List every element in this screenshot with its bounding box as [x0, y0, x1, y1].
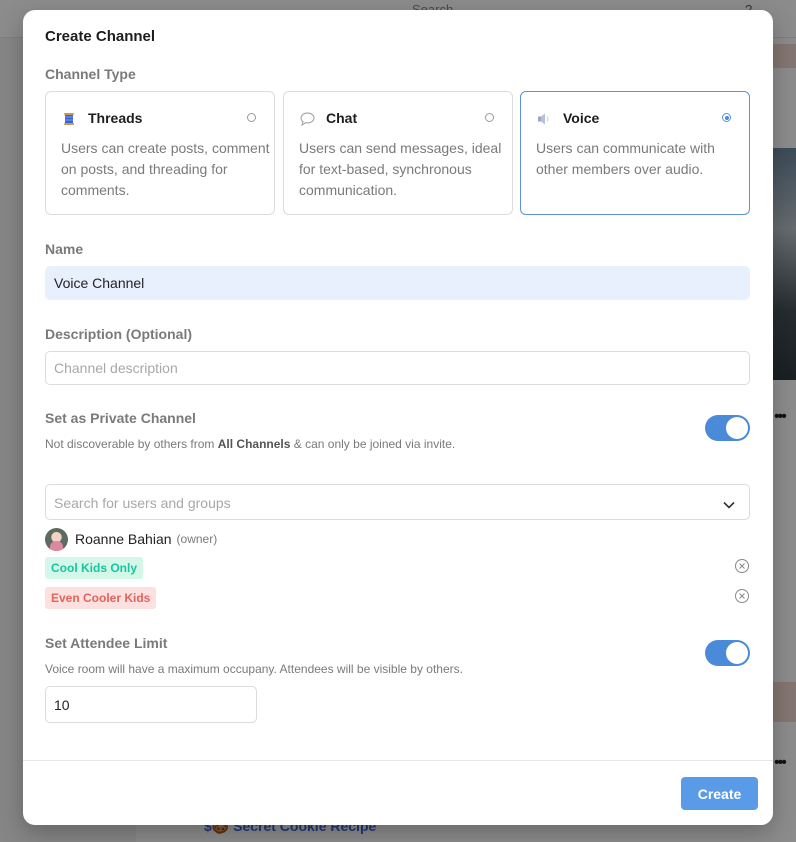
chevron-down-icon[interactable]	[723, 497, 735, 509]
channel-type-title: Voice	[563, 110, 600, 126]
footer-divider	[23, 760, 773, 761]
channel-type-title: Threads	[88, 110, 143, 126]
member-name: Roanne Bahian	[75, 531, 172, 547]
description-label: Description (Optional)	[45, 326, 192, 342]
channel-name-input[interactable]	[45, 266, 750, 300]
channel-type-voice[interactable]: Voice Users can communicate with other m…	[520, 91, 750, 215]
channel-type-description: Users can create posts, comment on posts…	[61, 140, 270, 198]
attendee-limit-toggle[interactable]	[705, 640, 750, 666]
private-channel-hint: Not discoverable by others from All Chan…	[45, 437, 456, 451]
search-users-groups-select[interactable]: Search for users and groups	[45, 484, 750, 520]
attendee-limit-input[interactable]	[45, 686, 257, 723]
member-role: (owner)	[176, 532, 218, 546]
create-button[interactable]: Create	[681, 777, 758, 810]
channel-type-description: Users can send messages, ideal for text-…	[299, 140, 502, 198]
remove-group-icon[interactable]	[734, 588, 750, 604]
create-channel-modal: Create Channel Channel Type Threads User…	[23, 10, 773, 825]
private-channel-toggle[interactable]	[705, 415, 750, 441]
remove-group-icon[interactable]	[734, 558, 750, 574]
channel-type-description: Users can communicate with other members…	[536, 140, 715, 177]
attendee-limit-label: Set Attendee Limit	[45, 635, 168, 651]
group-tag: Cool Kids Only	[45, 557, 144, 579]
private-channel-label: Set as Private Channel	[45, 410, 196, 426]
channel-type-chat[interactable]: Chat Users can send messages, ideal for …	[283, 91, 513, 215]
channel-type-label: Channel Type	[45, 66, 136, 82]
spool-icon	[62, 112, 78, 126]
group-tag: Even Cooler Kids	[45, 587, 157, 609]
channel-type-threads[interactable]: Threads Users can create posts, comment …	[45, 91, 275, 215]
channel-type-radio[interactable]	[722, 113, 731, 122]
channel-description-input[interactable]	[45, 351, 750, 385]
search-users-placeholder: Search for users and groups	[54, 495, 231, 511]
name-label: Name	[45, 241, 84, 257]
avatar	[45, 527, 68, 551]
channel-type-radio[interactable]	[485, 113, 494, 122]
channel-type-radio[interactable]	[247, 113, 256, 122]
channel-type-title: Chat	[326, 110, 358, 126]
attendee-limit-hint: Voice room will have a maximum occupany.…	[45, 662, 463, 676]
speech-bubble-icon	[300, 112, 316, 127]
speaker-icon	[537, 112, 553, 126]
modal-title: Create Channel	[45, 28, 156, 45]
member-row: Roanne Bahian (owner)	[45, 527, 217, 551]
